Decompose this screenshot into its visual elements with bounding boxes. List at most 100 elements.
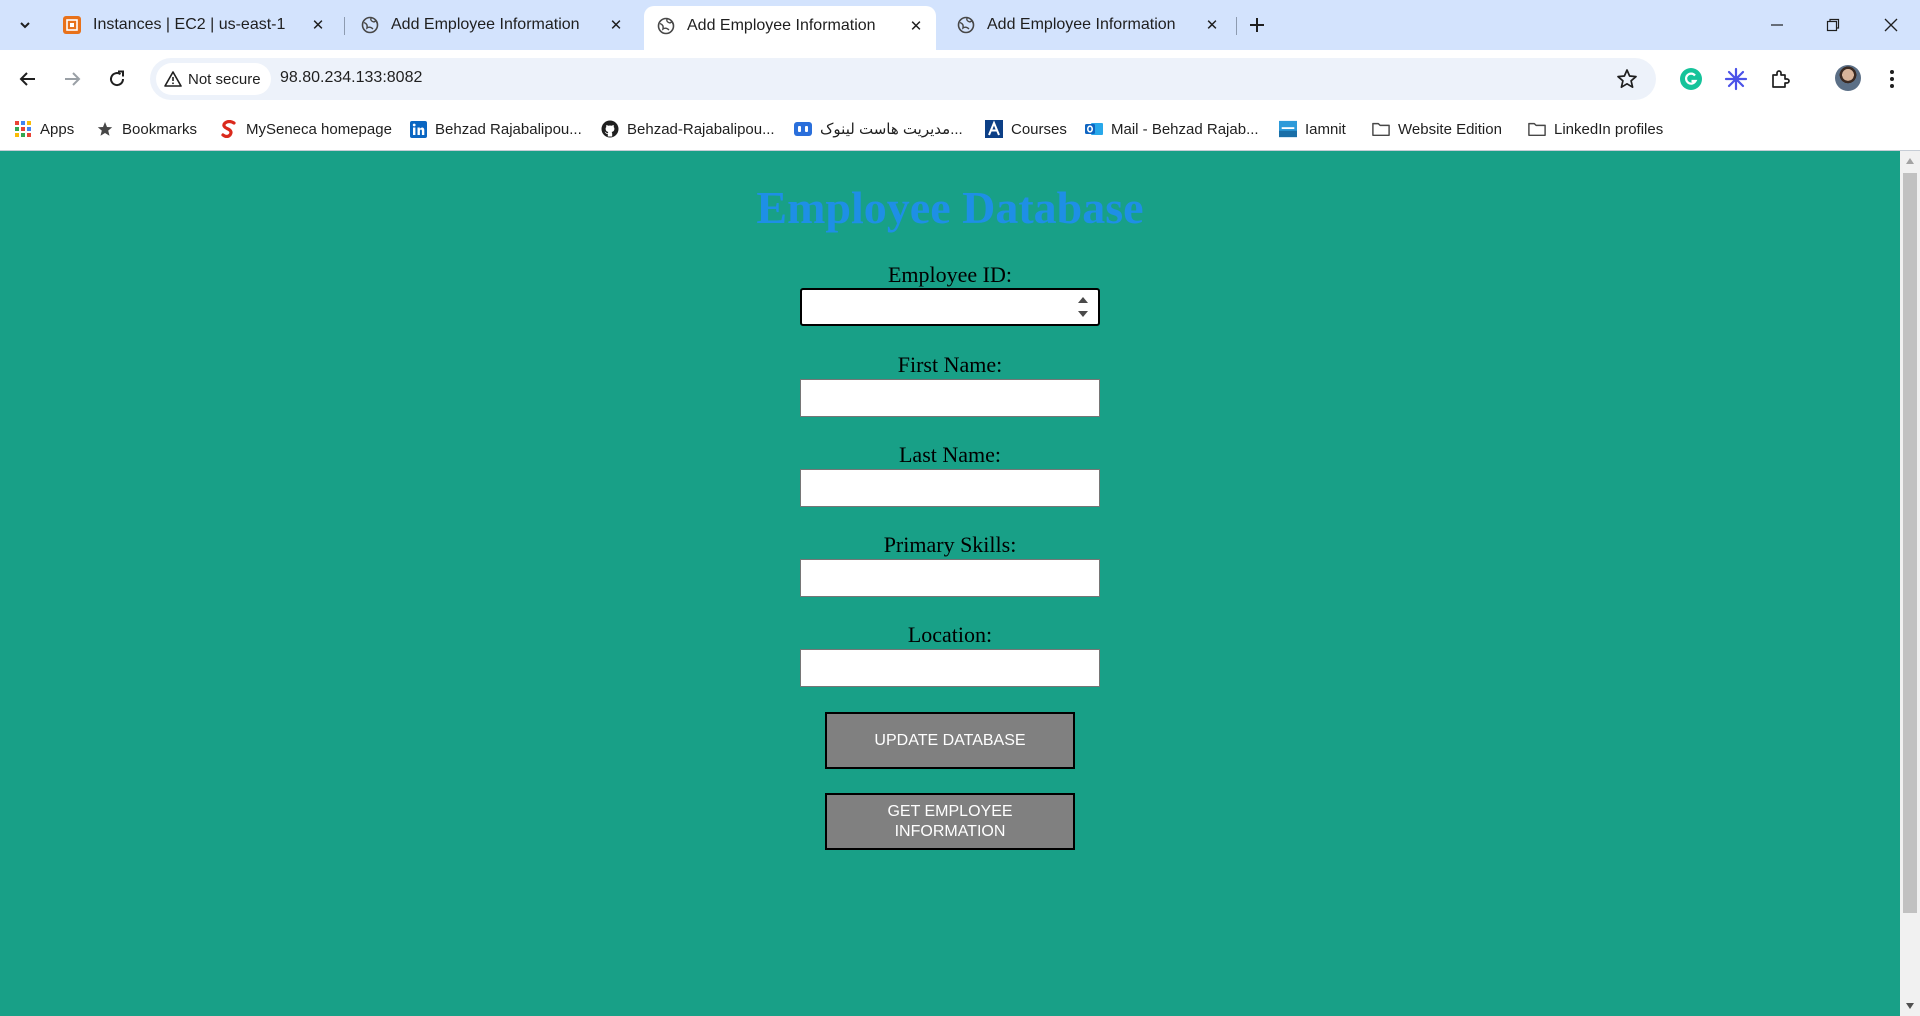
employee-id-label: Employee ID: — [887, 262, 1013, 287]
new-tab-button[interactable] — [1244, 12, 1270, 38]
last-name-label: Last Name: — [898, 442, 1002, 467]
star-icon — [96, 120, 114, 138]
bookmark-label: LinkedIn profiles — [1554, 120, 1664, 138]
linkedin-icon — [409, 120, 427, 138]
grammarly-extension-icon[interactable] — [1677, 65, 1705, 93]
browser-menu-button[interactable] — [1880, 65, 1904, 93]
tab-title: Instances | EC2 | us-east-1 — [93, 16, 286, 33]
profile-avatar[interactable] — [1835, 65, 1861, 91]
more-vertical-icon — [1890, 70, 1894, 88]
forward-button[interactable] — [56, 63, 88, 95]
github-icon — [601, 120, 619, 138]
tab-title: Add Employee Information — [391, 16, 580, 33]
reload-button[interactable] — [101, 63, 133, 95]
folder-icon — [1528, 120, 1546, 138]
bookmark-courses[interactable]: Courses — [985, 115, 1067, 143]
close-icon[interactable]: ✕ — [1200, 13, 1224, 37]
spin-down-icon[interactable] — [1078, 311, 1088, 317]
spin-up-icon[interactable] — [1078, 297, 1088, 303]
sparkle-extension-icon[interactable] — [1722, 65, 1750, 93]
globe-icon — [656, 16, 676, 36]
page-scrollbar[interactable] — [1900, 151, 1920, 1016]
bookmark-iamnit[interactable]: Iamnit — [1279, 115, 1346, 143]
restore-icon — [1826, 18, 1840, 32]
last-name-input[interactable] — [800, 469, 1100, 507]
plus-icon — [1250, 18, 1264, 32]
restore-button[interactable] — [1816, 10, 1850, 40]
bookmark-github-behzad[interactable]: Behzad-Rajabalipou... — [601, 115, 775, 143]
scroll-up-arrow-icon[interactable] — [1904, 155, 1916, 167]
bookmarks-bar: Apps Bookmarks MySeneca homepage Behzad … — [0, 108, 1920, 151]
aws-icon — [62, 15, 82, 35]
host-icon — [794, 120, 812, 138]
page-title: Employee Database — [756, 182, 1144, 233]
bookmark-label: Iamnit — [1305, 120, 1346, 138]
folder-icon — [1372, 120, 1390, 138]
tab-add-employee-active[interactable]: Add Employee Information ✕ — [644, 6, 936, 50]
bookmark-bookmarks[interactable]: Bookmarks — [96, 115, 197, 143]
button-label-line-2: INFORMATION — [894, 822, 1006, 840]
bookmark-label: Apps — [40, 120, 75, 138]
primary-skills-input[interactable] — [800, 559, 1100, 597]
bookmark-linkedin-profiles[interactable]: LinkedIn profiles — [1528, 115, 1663, 143]
seneca-icon — [220, 120, 238, 138]
employee-id-spinner[interactable] — [1076, 295, 1090, 319]
first-name-input[interactable] — [800, 379, 1100, 417]
button-label-line-1: GET EMPLOYEE — [887, 802, 1013, 820]
site-security-chip[interactable]: Not secure — [156, 63, 271, 95]
chevron-down-icon — [20, 22, 30, 29]
location-label: Location: — [907, 622, 993, 647]
minimize-icon — [1771, 24, 1783, 26]
tab-divider — [344, 17, 345, 35]
tab-search-button[interactable] — [10, 10, 40, 40]
apps-grid-icon — [14, 120, 32, 138]
tab-ec2-instances[interactable]: Instances | EC2 | us-east-1 ✕ — [50, 8, 338, 42]
bookmark-label: Website Edition — [1398, 120, 1502, 138]
employee-id-input[interactable] — [800, 288, 1100, 326]
tab-divider — [1236, 17, 1237, 35]
page-content: Employee Database Employee ID: First Nam… — [0, 151, 1900, 1016]
scroll-down-arrow-icon[interactable] — [1904, 1000, 1916, 1012]
url-text[interactable]: 98.80.234.133:8082 — [280, 69, 422, 87]
arrow-right-icon — [65, 72, 81, 86]
bookmark-myseneca[interactable]: MySeneca homepage — [220, 115, 392, 143]
bookmark-apps[interactable]: Apps — [14, 115, 74, 143]
back-button[interactable] — [12, 63, 44, 95]
bookmark-linux-host[interactable]: مدیریت هاست لینوک... — [794, 115, 963, 143]
tab-add-employee-3[interactable]: Add Employee Information ✕ — [944, 8, 1232, 42]
close-icon[interactable]: ✕ — [306, 13, 330, 37]
close-icon[interactable]: ✕ — [604, 13, 628, 37]
update-database-button[interactable]: UPDATE DATABASE — [825, 712, 1075, 769]
bookmark-label: Courses — [1011, 120, 1067, 138]
security-label: Not secure — [188, 70, 261, 88]
bookmark-mail[interactable]: Mail - Behzad Rajab... — [1085, 115, 1259, 143]
iamnit-icon — [1279, 120, 1297, 138]
bookmark-website-edition[interactable]: Website Edition — [1372, 115, 1502, 143]
minimize-button[interactable] — [1760, 10, 1794, 40]
tab-add-employee-1[interactable]: Add Employee Information ✕ — [348, 8, 636, 42]
first-name-label: First Name: — [897, 352, 1003, 377]
warning-triangle-icon — [164, 70, 182, 88]
browser-toolbar: Not secure 98.80.234.133:8082 — [0, 50, 1920, 108]
location-input[interactable] — [800, 649, 1100, 687]
bookmark-linkedin-behzad[interactable]: Behzad Rajabalipou... — [409, 115, 582, 143]
tab-title: Add Employee Information — [987, 16, 1176, 33]
outlook-icon — [1085, 120, 1103, 138]
close-window-button[interactable] — [1874, 10, 1908, 40]
bookmark-label: مدیریت هاست لینوک... — [820, 121, 963, 138]
tab-strip: Instances | EC2 | us-east-1 ✕ Add Employ… — [0, 0, 1920, 50]
reload-icon — [110, 70, 125, 87]
globe-icon — [956, 15, 976, 35]
bookmark-label: Bookmarks — [122, 120, 198, 138]
address-bar[interactable]: Not secure 98.80.234.133:8082 — [150, 58, 1656, 100]
bookmark-label: Behzad Rajabalipou... — [435, 120, 582, 138]
extensions-puzzle-icon[interactable] — [1767, 65, 1795, 93]
scrollbar-thumb[interactable] — [1903, 173, 1917, 913]
globe-icon — [360, 15, 380, 35]
primary-skills-label: Primary Skills: — [883, 532, 1017, 557]
get-employee-information-button[interactable]: GET EMPLOYEE INFORMATION — [825, 793, 1075, 850]
bookmark-star-icon[interactable] — [1616, 68, 1638, 90]
tab-title: Add Employee Information — [687, 17, 876, 34]
close-icon[interactable]: ✕ — [904, 14, 928, 38]
bookmark-label: Mail - Behzad Rajab... — [1111, 120, 1259, 138]
